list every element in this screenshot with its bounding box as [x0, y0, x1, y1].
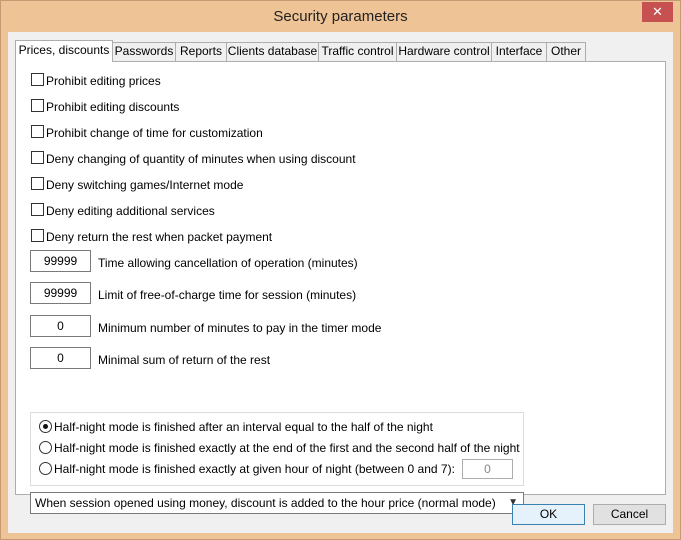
checkbox-label: Prohibit editing discounts — [46, 99, 180, 114]
discount-mode-select[interactable]: When session opened using money, discoun… — [30, 492, 524, 514]
title-bar[interactable]: Security parameters ✕ — [1, 1, 680, 32]
checkbox-label: Deny changing of quantity of minutes whe… — [46, 151, 356, 166]
tab-prices-discounts[interactable]: Prices, discounts — [15, 40, 113, 62]
tab-strip: Prices, discounts Passwords Reports Clie… — [15, 40, 655, 63]
radio-label: Half-night mode is finished exactly at g… — [54, 462, 455, 476]
radio-button-selected[interactable] — [39, 420, 52, 434]
tab-reports[interactable]: Reports — [175, 42, 227, 61]
tab-interface[interactable]: Interface — [491, 42, 547, 61]
checkbox-label: Deny switching games/Internet mode — [46, 177, 244, 192]
checkbox-label: Deny editing additional services — [46, 203, 215, 218]
tab-traffic-control[interactable]: Traffic control — [318, 42, 397, 61]
security-parameters-dialog: Security parameters ✕ Prices, discounts … — [0, 0, 681, 540]
checkbox-prohibit-editing-discounts[interactable]: Prohibit editing discounts — [31, 99, 179, 115]
tab-other[interactable]: Other — [546, 42, 586, 61]
checkbox-box[interactable] — [31, 73, 44, 87]
cancellation-time-label: Time allowing cancellation of operation … — [98, 256, 358, 270]
checkbox-deny-editing-additional-services[interactable]: Deny editing additional services — [31, 203, 215, 219]
tab-passwords[interactable]: Passwords — [112, 42, 176, 61]
cancellation-time-input[interactable]: 99999 — [30, 250, 91, 272]
tab-hardware-control[interactable]: Hardware control — [396, 42, 492, 61]
discount-mode-selected-value: When session opened using money, discoun… — [35, 496, 496, 510]
checkbox-box[interactable] — [31, 125, 44, 139]
checkbox-label: Prohibit change of time for customizatio… — [46, 125, 263, 140]
minimum-minutes-input[interactable]: 0 — [30, 315, 91, 337]
checkbox-deny-return-rest-packet-payment[interactable]: Deny return the rest when packet payment — [31, 229, 272, 245]
checkbox-deny-changing-quantity-minutes[interactable]: Deny changing of quantity of minutes whe… — [31, 151, 356, 167]
minimal-return-sum-label: Minimal sum of return of the rest — [98, 353, 271, 367]
night-hour-input[interactable]: 0 — [462, 459, 513, 479]
window-title: Security parameters — [273, 8, 408, 25]
ok-button[interactable]: OK — [512, 504, 585, 525]
dialog-client-area: Prices, discounts Passwords Reports Clie… — [8, 32, 673, 533]
radio-button[interactable] — [39, 462, 52, 476]
checkbox-box[interactable] — [31, 229, 44, 243]
free-time-limit-label: Limit of free-of-charge time for session… — [98, 288, 357, 302]
radio-button[interactable] — [39, 441, 52, 455]
checkbox-box[interactable] — [31, 99, 44, 113]
checkbox-box[interactable] — [31, 177, 44, 191]
radio-label: Half-night mode is finished exactly at t… — [54, 441, 520, 455]
checkbox-box[interactable] — [31, 151, 44, 165]
checkbox-box[interactable] — [31, 203, 44, 217]
radio-half-night-end-of-halves[interactable]: Half-night mode is finished exactly at t… — [39, 441, 520, 457]
checkbox-label: Prohibit editing prices — [46, 73, 161, 88]
half-night-mode-group: Half-night mode is finished after an int… — [30, 412, 524, 486]
cancel-button[interactable]: Cancel — [593, 504, 666, 525]
radio-label: Half-night mode is finished after an int… — [54, 420, 433, 434]
free-time-limit-input[interactable]: 99999 — [30, 282, 91, 304]
checkbox-prohibit-change-of-time[interactable]: Prohibit change of time for customizatio… — [31, 125, 263, 141]
radio-half-night-given-hour[interactable]: Half-night mode is finished exactly at g… — [39, 462, 455, 478]
checkbox-prohibit-editing-prices[interactable]: Prohibit editing prices — [31, 73, 161, 89]
tab-panel-prices-discounts: Prohibit editing prices Prohibit editing… — [15, 61, 666, 514]
tab-clients-database[interactable]: Clients database — [226, 42, 319, 61]
checkbox-deny-switching-games-internet[interactable]: Deny switching games/Internet mode — [31, 177, 243, 193]
minimum-minutes-label: Minimum number of minutes to pay in the … — [98, 321, 382, 335]
checkbox-label: Deny return the rest when packet payment — [46, 229, 273, 244]
minimal-return-sum-input[interactable]: 0 — [30, 347, 91, 369]
radio-half-night-interval[interactable]: Half-night mode is finished after an int… — [39, 420, 433, 436]
close-icon[interactable]: ✕ — [642, 2, 673, 22]
